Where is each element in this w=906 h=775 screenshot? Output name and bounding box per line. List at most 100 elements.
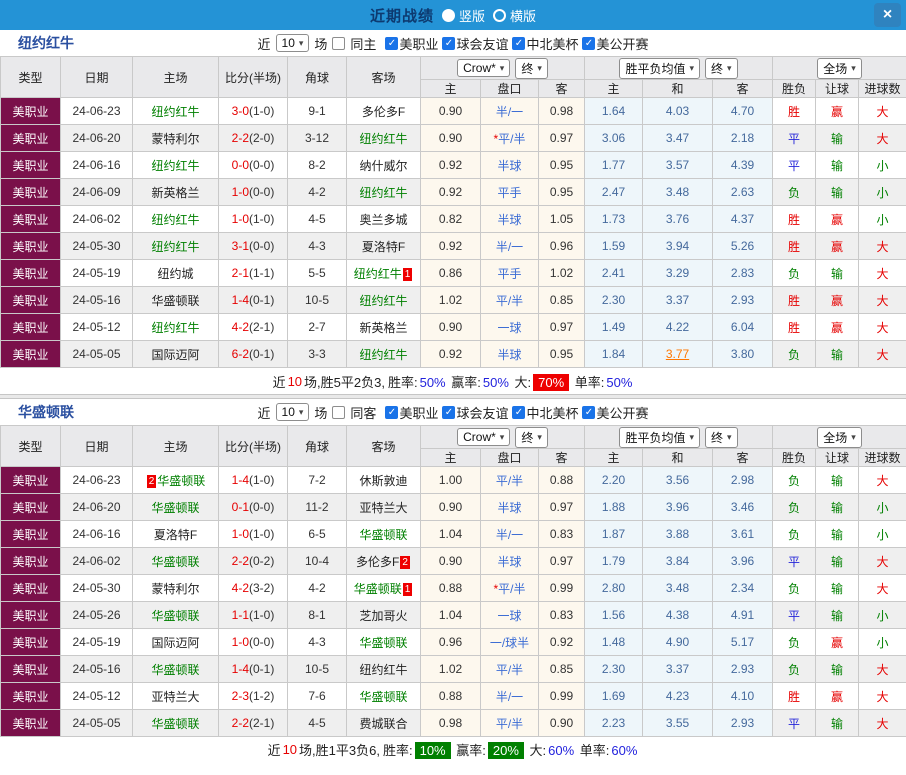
league-label: 美公开赛 [596,34,648,53]
asia-away-odds: 0.99 [539,575,585,602]
table-row: 美职业 24-06-20 华盛顿联 0-1(0-0) 11-2 亚特兰大 0.9… [1,494,906,521]
avg-odds-select[interactable]: 胜平负均值▾ [619,58,700,79]
league-filter-group: ✓美职业✓球会友谊✓中北美杯✓美公开赛 [381,403,648,422]
subcol-draw: 和 [643,80,713,98]
result-handicap-cell: 输 [816,521,859,548]
scope-select[interactable]: 全场▾ [817,427,862,448]
result-wdl-cell: 负 [773,341,816,368]
fulltime-score: 1-0 [232,212,249,226]
euro-lose-odds: 3.80 [713,341,773,368]
league-checkbox[interactable]: ✓ [582,37,595,50]
home-team-cell: 新英格兰 [133,179,219,206]
col-score: 比分(半场) [219,426,288,467]
fulltime-score: 2-1 [232,266,249,280]
home-team-cell: 纽约城 [133,260,219,287]
matches-label: 场 [314,34,327,53]
corners-cell: 6-5 [288,521,347,548]
away-team-name: 华盛顿联 [354,582,402,596]
asia-home-odds: 1.00 [421,467,481,494]
corners-cell: 4-3 [288,233,347,260]
table-row: 美职业 24-05-30 蒙特利尔 4-2(3-2) 4-2 华盛顿联1 0.8… [1,575,906,602]
league-cell: 美职业 [1,233,61,260]
chevron-down-icon: ▾ [299,38,304,49]
asia-handicap: 平/半 [481,287,539,314]
same-away-checkbox[interactable] [332,406,345,419]
away-team-cell: 多伦多F2 [347,548,421,575]
same-home-checkbox[interactable] [332,37,345,50]
league-cell: 美职业 [1,206,61,233]
radio-horizontal-layout[interactable] [493,9,506,22]
score-cell: 1-1(1-0) [219,602,288,629]
result-goals-cell: 小 [859,179,906,206]
score-cell: 1-4(0-1) [219,287,288,314]
home-team-cell: 蒙特利尔 [133,575,219,602]
asia-handicap: 半/一 [481,98,539,125]
league-checkbox[interactable]: ✓ [385,406,398,419]
home-team-cell: 纽约红牛 [133,152,219,179]
asia-handicap: 一球 [481,602,539,629]
away-team-name: 纽约红牛 [359,132,407,146]
summary-stat-label: 单率: [571,375,604,390]
away-team-cell: 亚特兰大 [347,494,421,521]
fulltime-score: 1-4 [232,293,249,307]
euro-win-odds: 1.64 [585,98,643,125]
subcol-handicap: 盘口 [481,80,539,98]
home-team-cell: 蒙特利尔 [133,125,219,152]
section-2-controls: 华盛顿联 近 10▾ 场 同客 ✓美职业✓球会友谊✓中北美杯✓美公开赛 [0,399,906,425]
handicap-text: 半/一 [496,528,523,542]
league-checkbox[interactable]: ✓ [442,37,455,50]
subcol-handicap: 盘口 [481,449,539,467]
league-cell: 美职业 [1,98,61,125]
scope-select[interactable]: 全场▾ [817,58,862,79]
league-checkbox[interactable]: ✓ [512,37,525,50]
final-odds-select-2[interactable]: 终▾ [705,427,738,448]
asia-away-odds: 0.85 [539,287,585,314]
handicap-text: 平手 [497,267,521,281]
date-cell: 24-05-16 [61,287,133,314]
home-team-cell: 华盛顿联 [133,287,219,314]
euro-lose-odds: 4.10 [713,683,773,710]
result-wdl-cell: 胜 [773,98,816,125]
asia-away-odds: 0.83 [539,602,585,629]
table-row: 美职业 24-05-30 纽约红牛 3-1(0-0) 4-3 夏洛特F 0.92… [1,233,906,260]
away-team-cell: 纽约红牛 [347,341,421,368]
odds-company-select[interactable]: Crow*▾ [457,59,510,77]
asia-away-odds: 0.85 [539,656,585,683]
subcol-goals: 进球数 [859,80,906,98]
league-checkbox[interactable]: ✓ [582,406,595,419]
date-cell: 24-05-05 [61,710,133,737]
corners-cell: 7-2 [288,467,347,494]
league-checkbox[interactable]: ✓ [512,406,525,419]
league-checkbox[interactable]: ✓ [385,37,398,50]
home-team-name: 国际迈阿 [151,348,199,362]
fulltime-score: 1-4 [232,473,249,487]
date-cell: 24-05-19 [61,260,133,287]
final-odds-select[interactable]: 终▾ [515,58,548,79]
handicap-text: 平手 [497,186,521,200]
final-odds-select[interactable]: 终▾ [515,427,548,448]
euro-draw-odds: 3.57 [643,152,713,179]
away-team-name: 芝加哥火 [359,609,407,623]
result-goals-cell: 大 [859,710,906,737]
final-odds-select-2[interactable]: 终▾ [705,58,738,79]
result-wdl-cell: 负 [773,260,816,287]
match-count-select[interactable]: 10▾ [276,34,310,52]
asia-home-odds: 1.02 [421,287,481,314]
date-cell: 24-06-02 [61,548,133,575]
fulltime-score: 2-2 [232,554,249,568]
close-icon[interactable]: × [874,3,901,27]
chevron-down-icon: ▾ [851,63,856,74]
euro-draw-odds: 3.96 [643,494,713,521]
match-count-select[interactable]: 10▾ [276,403,310,421]
avg-odds-select[interactable]: 胜平负均值▾ [619,427,700,448]
score-cell: 2-1(1-1) [219,260,288,287]
corners-cell: 10-5 [288,656,347,683]
league-label: 美公开赛 [596,403,648,422]
odds-company-select[interactable]: Crow*▾ [457,428,510,446]
league-checkbox[interactable]: ✓ [442,406,455,419]
radio-vertical-layout[interactable] [442,9,455,22]
asia-handicap: 一/球半 [481,629,539,656]
corners-cell: 8-1 [288,602,347,629]
asia-handicap: 半球 [481,494,539,521]
fulltime-score: 0-0 [232,158,249,172]
